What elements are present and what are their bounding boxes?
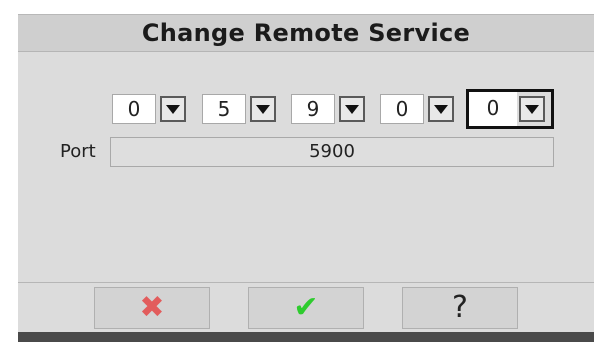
chevron-down-icon[interactable] (250, 96, 276, 122)
dialog-title: Change Remote Service (141, 19, 471, 47)
digit-spinner-4[interactable]: 0 (378, 92, 458, 126)
digit-value-1[interactable]: 0 (112, 94, 156, 124)
digit-value-5[interactable]: 0 (469, 92, 517, 126)
help-icon: ? (452, 290, 468, 325)
window-bottom-edge (18, 332, 594, 342)
port-value-field: 5900 (110, 137, 554, 167)
help-button[interactable]: ? (402, 287, 518, 329)
digit-spinner-2[interactable]: 5 (200, 92, 280, 126)
digit-value-4[interactable]: 0 (380, 94, 424, 124)
chevron-down-icon[interactable] (519, 96, 545, 122)
check-icon: ✔ (293, 290, 319, 325)
port-digit-spinners: 0 5 9 0 0 (18, 89, 594, 136)
chevron-down-icon[interactable] (428, 96, 454, 122)
title-bar: Change Remote Service (18, 14, 594, 52)
digit-value-3[interactable]: 9 (291, 94, 335, 124)
cancel-button[interactable]: ✖ (94, 287, 210, 329)
port-label: Port (60, 141, 96, 162)
chevron-down-icon[interactable] (160, 96, 186, 122)
close-icon: ✖ (139, 290, 165, 325)
chevron-down-icon[interactable] (339, 96, 365, 122)
button-bar: ✖ ✔ ? (18, 282, 594, 332)
dialog-window: Change Remote Service 0 5 9 0 0 Port 590… (18, 14, 594, 342)
digit-spinner-1[interactable]: 0 (110, 92, 190, 126)
digit-spinner-3[interactable]: 9 (289, 92, 369, 126)
digit-spinner-5[interactable]: 0 (466, 89, 554, 129)
digit-value-2[interactable]: 5 (202, 94, 246, 124)
ok-button[interactable]: ✔ (248, 287, 364, 329)
